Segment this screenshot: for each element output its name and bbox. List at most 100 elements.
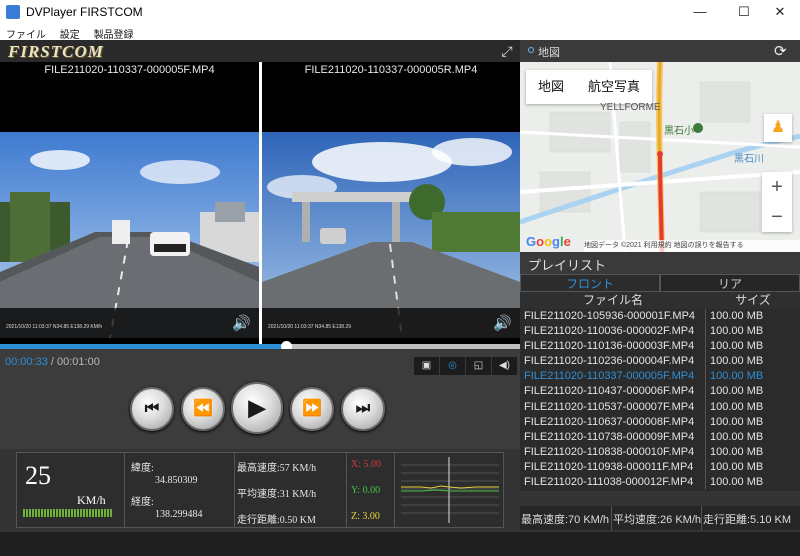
gps-cell: 緯度: 34.850309 経度: 138.299484 [125,453,235,527]
longitude-label: 経度: [131,497,154,508]
front-video-filename: FILE211020-110337-000005F.MP4 [44,64,215,76]
table-row[interactable]: FILE211020-110236-000004F.MP4 100.00 MB [520,354,800,370]
file-size-cell: 100.00 MB [710,476,764,489]
map-label-school: 黒石小 [664,126,694,137]
snapshot-icon[interactable]: ▣ [413,357,439,375]
map-label-store: YELLFORME [600,102,661,113]
fast-forward-button[interactable]: ⏩ [290,387,334,431]
table-row[interactable]: FILE211020-110036-000002F.MP4 100.00 MB [520,324,800,340]
map-tab-map[interactable]: 地図 [526,70,576,104]
view-tools: ▣ ◎ ◱ ◀) [413,357,517,375]
rear-video-frame: 2021/10/20 11:03:37 N34.85 E138.29 [262,132,520,338]
playlist-list: FILE211020-105936-000001F.MP4 100.00 MB FI… [520,309,800,491]
front-video-panel[interactable]: FILE211020-110337-000005F.MP4 2021/10/20… [0,62,259,344]
file-size-cell: 100.00 MB [710,370,764,383]
map-type-tabs: 地図 航空写真 [526,70,653,104]
table-row[interactable]: FILE211020-110738-000009F.MP4 100.00 MB [520,429,800,445]
speed-cell: 25 KM/h [17,453,125,527]
avg-speed: 平均速度:31 KM/h [237,489,317,500]
playlist-column-header: ファイル名 サイズ [520,292,800,309]
street-view-pegman-icon[interactable]: ♟ [764,114,792,142]
rear-volume-icon[interactable]: 🔊 [493,314,512,332]
minimize-button[interactable]: — [680,0,720,24]
rear-video-filename: FILE211020-110337-000005R.MP4 [304,64,478,76]
rear-video-panel[interactable]: FILE211020-110337-000005R.MP4 2021/10/20… [262,62,520,344]
file-size-cell: 100.00 MB [710,430,764,443]
brand-bar: FIRSTCOM ⤢ [0,40,520,62]
map-status-icon [528,47,534,53]
gsensor-x: X: 5.00 [351,459,381,470]
file-name-cell: FILE211020-105936-000001F.MP4 [520,309,706,325]
longitude-value: 138.299484 [155,509,203,520]
controls-area: 00:00:33 / 00:01:00 ▣ ◎ ◱ ◀) ⏮ ⏪ ▶ ⏩ ⏭ [0,349,520,449]
google-logo: Google [526,234,571,249]
speed-value: 25 [25,461,51,490]
table-row[interactable]: FILE211020-110437-000006F.MP4 100.00 MB [520,384,800,400]
fullscreen-icon[interactable]: ◱ [465,357,491,375]
menu-settings[interactable]: 設定 [54,24,85,41]
gsensor-y: Y: 0.00 [351,485,381,496]
rewind-button[interactable]: ⏪ [181,387,225,431]
gsensor-cell: X: 5.00 Y: 0.00 Z: 3.00 [347,453,395,527]
front-video-frame: 2021/10/20 11:03:37 N34.85 E138.29 KM/h [0,132,259,338]
current-time: 00:00:33 [5,356,48,368]
column-filename[interactable]: ファイル名 [520,292,706,309]
zoom-out-button[interactable]: − [762,202,792,232]
title-bar: DVPlayer FIRSTCOM — ☐ ✕ [0,0,800,24]
table-row[interactable]: FILE211020-105936-000001F.MP4 100.00 MB [520,309,800,325]
expand-icon[interactable]: ⤢ [498,42,516,60]
gsensor-z: Z: 3.00 [351,511,380,522]
telemetry-panel: 25 KM/h 緯度: 34.850309 経度: 138.299484 最高速… [16,452,504,528]
trip-stats-cell: 最高速度:57 KM/h 平均速度:31 KM/h 走行距離:0.50 KM [235,453,347,527]
latitude-value: 34.850309 [155,475,198,486]
map-attribution: 地図データ ©2021 利用規約 地図の誤りを報告する [584,240,800,252]
file-size-cell: 100.00 MB [710,460,764,473]
table-row[interactable]: FILE211020-110337-000005F.MP4 100.00 MB [520,369,800,385]
total-time: 00:01:00 [57,356,100,368]
next-file-button[interactable]: ⏭ [341,387,385,431]
tab-front[interactable]: フロント [520,274,660,292]
file-size-cell: 100.00 MB [710,310,764,322]
menu-bar: ファイル 設定 製品登録 [0,24,800,41]
speed-gauge [23,509,113,517]
sync-icon[interactable]: ◎ [439,357,465,375]
maximize-button[interactable]: ☐ [724,0,764,24]
file-name-cell: FILE211020-110036-000002F.MP4 [520,324,706,340]
bottom-strip [0,532,800,556]
file-size-cell: 100.00 MB [710,400,764,413]
svg-text:2021/10/20 11:03:37 N34.85 E13: 2021/10/20 11:03:37 N34.85 E138.29 [268,324,351,330]
file-size-cell: 100.00 MB [710,340,764,353]
menu-register[interactable]: 製品登録 [88,24,139,41]
front-volume-icon[interactable]: 🔊 [232,314,251,332]
tab-rear[interactable]: リア [660,274,800,292]
column-size[interactable]: サイズ [706,292,800,309]
svg-text:2021/10/20 11:03:37 N34.85 E13: 2021/10/20 11:03:37 N34.85 E138.29 KM/h [6,324,102,330]
zoom-in-button[interactable]: + [762,172,792,202]
file-size-cell: 100.00 MB [710,385,764,398]
map-tab-satellite[interactable]: 航空写真 [576,70,652,104]
total-distance: 走行距離:5.10 KM [703,514,792,526]
menu-file[interactable]: ファイル [0,24,51,41]
total-avg-speed: 平均速度:26 KM/h [612,506,702,530]
file-size-cell: 100.00 MB [710,415,764,428]
file-size-cell: 100.00 MB [710,355,764,368]
table-row[interactable]: FILE211020-110938-000011F.MP4 100.00 MB [520,459,800,476]
map-header-label: 地図 [538,47,560,59]
file-name-cell: FILE211020-110136-000003F.MP4 [520,339,706,355]
app-window: DVPlayer FIRSTCOM — ☐ ✕ ファイル 設定 製品登録 FIR… [0,0,800,556]
map-view[interactable]: 地図 航空写真 YELLFORME 黒石小 黒石川 ♟ + − Google 地… [520,62,800,252]
max-speed: 最高速度:57 KM/h [237,463,317,474]
refresh-icon[interactable]: ⟳ [774,42,787,60]
table-row[interactable]: FILE211020-111038-000012F.MP4 100.00 MB [520,475,800,491]
file-name-cell: FILE211020-110637-000008F.MP4 [520,414,706,430]
table-row[interactable]: FILE211020-110838-000010F.MP4 100.00 MB [520,444,800,460]
table-row[interactable]: FILE211020-110537-000007F.MP4 100.00 MB [520,399,800,415]
table-row[interactable]: FILE211020-110136-000003F.MP4 100.00 MB [520,339,800,355]
play-button[interactable]: ▶ [231,382,283,434]
map-label-river: 黒石川 [734,154,764,165]
previous-file-button[interactable]: ⏮ [130,387,174,431]
volume-icon[interactable]: ◀) [491,357,517,375]
table-row[interactable]: FILE211020-110637-000008F.MP4 100.00 MB [520,414,800,430]
window-title: DVPlayer FIRSTCOM [26,5,143,19]
close-button[interactable]: ✕ [760,0,800,24]
